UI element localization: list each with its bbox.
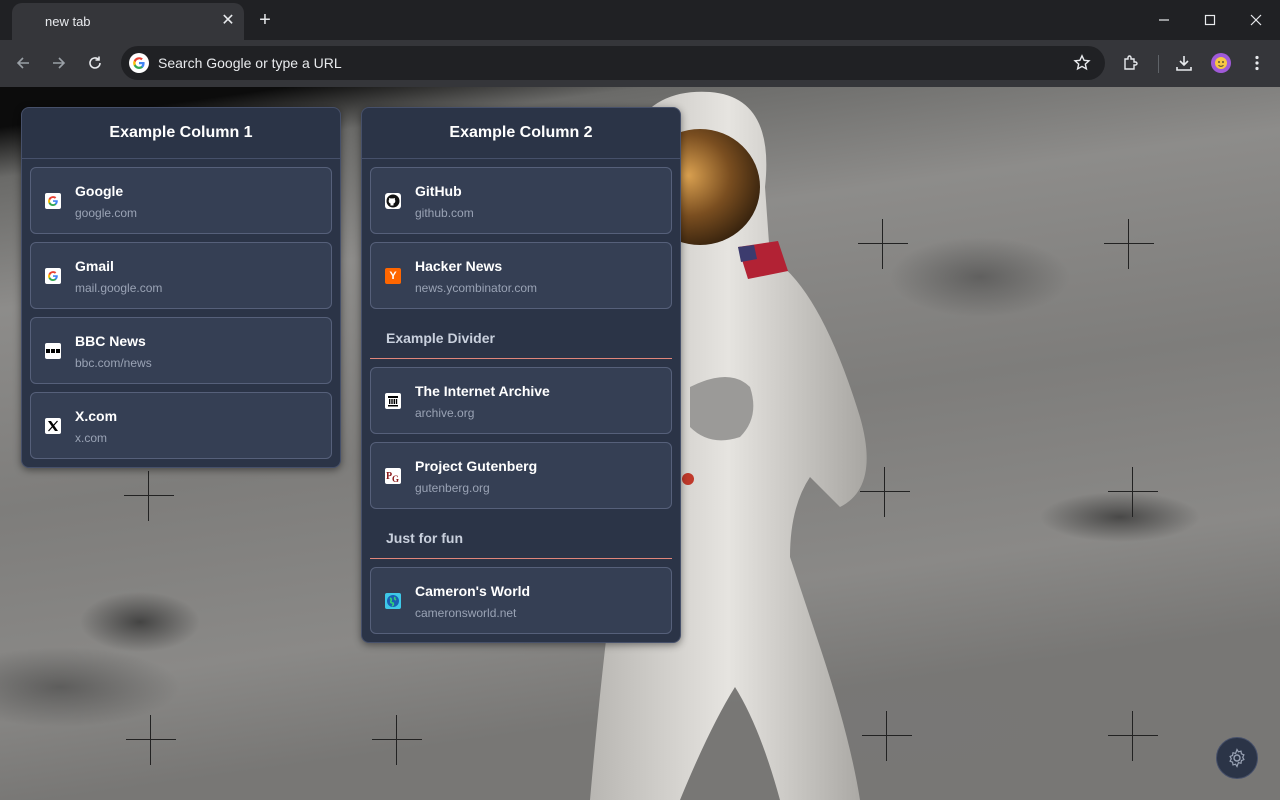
forward-icon[interactable] [48, 52, 70, 74]
link-title: Cameron's World [415, 583, 531, 599]
background-crosshair [124, 471, 174, 521]
background-crosshair [1108, 711, 1158, 761]
new-tab-button[interactable]: + [254, 9, 276, 31]
column-title: Example Column 2 [362, 108, 680, 159]
link-card-internet-archive[interactable]: The Internet Archive archive.org [370, 367, 672, 434]
google-icon [45, 193, 61, 209]
new-tab-page: Example Column 1 Google google.com Gmail… [0, 87, 1280, 800]
section-divider: Just for fun [370, 517, 672, 559]
column-title: Example Column 1 [22, 108, 340, 159]
section-divider: Example Divider [370, 317, 672, 359]
avatar[interactable] [1211, 53, 1231, 73]
gear-icon [1229, 748, 1245, 768]
svg-text:G: G [392, 474, 399, 483]
github-icon [385, 193, 401, 209]
link-card-google[interactable]: Google google.com [30, 167, 332, 234]
link-url: gutenberg.org [415, 481, 490, 495]
link-card-gmail[interactable]: Gmail mail.google.com [30, 242, 332, 309]
link-column-1: Example Column 1 Google google.com Gmail… [21, 107, 341, 468]
toolbar-separator [1158, 55, 1159, 73]
archive-icon [385, 393, 401, 409]
tab-close-icon[interactable]: ✕ [218, 11, 238, 31]
link-column-2: Example Column 2 GitHub github.com Y Hac… [361, 107, 681, 643]
google-icon [45, 268, 61, 284]
minimize-icon[interactable] [1152, 8, 1176, 32]
link-url: google.com [75, 206, 138, 220]
background-crosshair [372, 715, 422, 765]
close-window-icon[interactable] [1244, 8, 1268, 32]
link-title: X.com [75, 408, 118, 424]
link-title: Project Gutenberg [415, 458, 538, 474]
link-url: github.com [415, 206, 474, 220]
divider-label: Example Divider [386, 330, 495, 346]
background-crosshair [1104, 219, 1154, 269]
link-url: bbc.com/news [75, 356, 152, 370]
tab-title: new tab [45, 14, 91, 29]
link-card-camerons-world[interactable]: Cameron's World cameronsworld.net [370, 567, 672, 634]
link-title: Google [75, 183, 124, 199]
background-crosshair [126, 715, 176, 765]
link-url: x.com [75, 431, 108, 445]
tab-new-tab[interactable]: new tab ✕ [12, 3, 244, 40]
star-icon[interactable] [1073, 54, 1091, 72]
gutenberg-icon: PG [385, 468, 401, 484]
link-card-x[interactable]: X.com x.com [30, 392, 332, 459]
link-card-github[interactable]: GitHub github.com [370, 167, 672, 234]
link-title: GitHub [415, 183, 462, 199]
link-card-bbc-news[interactable]: BBC News bbc.com/news [30, 317, 332, 384]
link-title: Hacker News [415, 258, 503, 274]
download-icon[interactable] [1173, 52, 1195, 74]
link-url: news.ycombinator.com [415, 281, 538, 295]
back-icon[interactable] [12, 52, 34, 74]
link-title: Gmail [75, 258, 114, 274]
omnibox[interactable]: Search Google or type a URL [121, 46, 1105, 80]
x-icon [45, 418, 61, 434]
menu-icon[interactable] [1246, 52, 1268, 74]
tab-strip: new tab ✕ + [0, 0, 1280, 40]
divider-label: Just for fun [386, 530, 463, 546]
link-url: mail.google.com [75, 281, 163, 295]
link-title: The Internet Archive [415, 383, 550, 399]
omnibox-placeholder: Search Google or type a URL [158, 55, 342, 71]
bbc-icon [45, 343, 61, 359]
link-url: cameronsworld.net [415, 606, 517, 620]
reload-icon[interactable] [84, 52, 106, 74]
settings-button[interactable] [1216, 737, 1258, 779]
background-crosshair [1108, 467, 1158, 517]
link-url: archive.org [415, 406, 475, 420]
toolbar: Search Google or type a URL [0, 40, 1280, 87]
link-card-hacker-news[interactable]: Y Hacker News news.ycombinator.com [370, 242, 672, 309]
maximize-icon[interactable] [1198, 8, 1222, 32]
extensions-icon[interactable] [1120, 52, 1142, 74]
google-icon [129, 53, 149, 73]
globe-icon [385, 593, 401, 609]
hackernews-icon: Y [385, 268, 401, 284]
link-card-project-gutenberg[interactable]: PG Project Gutenberg gutenberg.org [370, 442, 672, 509]
link-title: BBC News [75, 333, 146, 349]
